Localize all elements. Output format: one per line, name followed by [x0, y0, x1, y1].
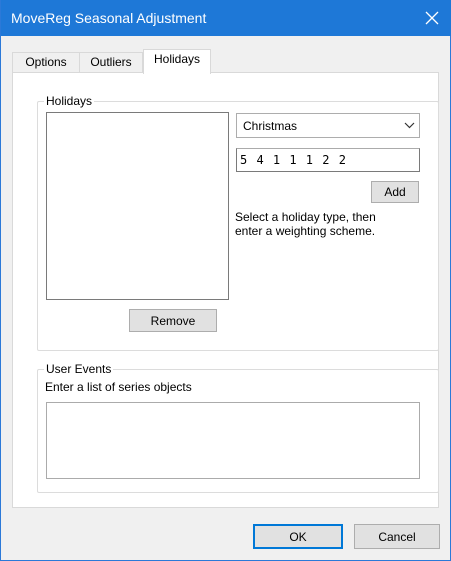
title-bar: MoveReg Seasonal Adjustment [1, 0, 451, 36]
cancel-button-label: Cancel [378, 529, 416, 544]
holidays-group: Holidays Remove Christmas 5 4 1 1 1 2 2 … [37, 94, 439, 351]
cancel-button[interactable]: Cancel [354, 524, 440, 549]
holidays-tab-panel: Holidays Remove Christmas 5 4 1 1 1 2 2 … [12, 72, 439, 508]
tab-label: Options [25, 55, 67, 69]
close-icon [425, 11, 439, 25]
add-button[interactable]: Add [371, 181, 419, 203]
dialog-window: MoveReg Seasonal Adjustment Options Outl… [0, 0, 451, 561]
holidays-group-label: Holidays [44, 94, 95, 108]
user-events-textarea[interactable] [46, 402, 420, 479]
weighting-scheme-input[interactable]: 5 4 1 1 1 2 2 [236, 148, 420, 172]
holiday-hint: Select a holiday type, then enter a weig… [235, 210, 435, 238]
window-title: MoveReg Seasonal Adjustment [11, 10, 207, 26]
chevron-down-icon [399, 114, 419, 137]
ok-button-label: OK [289, 529, 307, 544]
tab-outliers[interactable]: Outliers [79, 52, 143, 73]
remove-button[interactable]: Remove [129, 309, 217, 332]
hint-line-1: Select a holiday type, then [235, 210, 376, 224]
remove-button-label: Remove [150, 313, 196, 328]
holiday-type-select[interactable]: Christmas [236, 113, 420, 138]
add-button-label: Add [384, 185, 406, 199]
hint-line-2: enter a weighting scheme. [235, 224, 376, 238]
tab-label: Outliers [90, 55, 132, 69]
user-events-prompt: Enter a list of series objects [45, 380, 192, 394]
tab-options[interactable]: Options [12, 52, 80, 73]
holiday-type-value: Christmas [243, 118, 298, 133]
user-events-group-label: User Events [44, 362, 114, 376]
close-button[interactable] [412, 0, 451, 36]
tab-label: Holidays [153, 52, 201, 66]
holidays-list[interactable] [46, 112, 229, 300]
tab-holidays[interactable]: Holidays [143, 49, 211, 74]
ok-button[interactable]: OK [253, 524, 343, 549]
user-events-group: User Events Enter a list of series objec… [37, 362, 439, 493]
